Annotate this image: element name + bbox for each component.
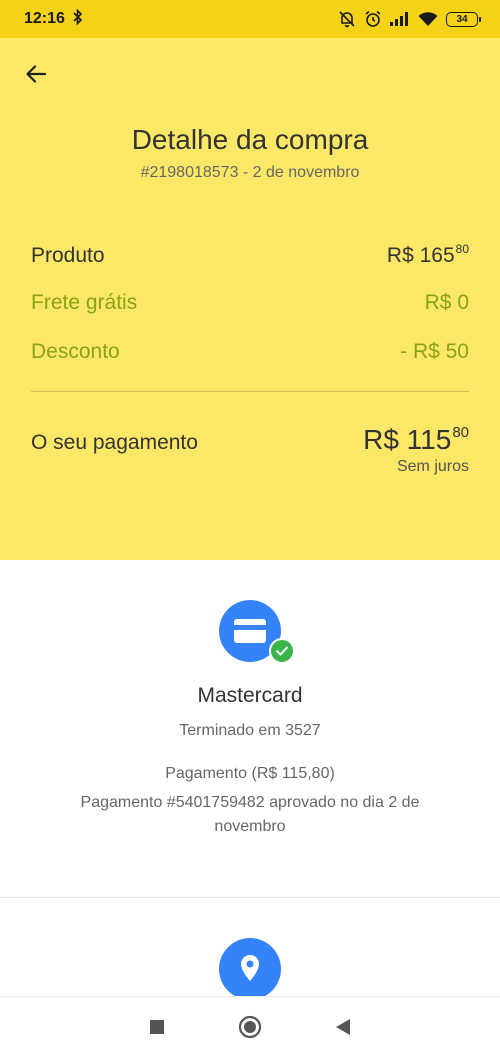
battery-icon: 34 (446, 11, 481, 27)
notifications-off-icon (338, 10, 356, 28)
payment-section: Mastercard Terminado em 3527 Pagamento (… (0, 560, 500, 898)
wifi-icon (418, 11, 438, 27)
shipping-label: Frete grátis (31, 291, 138, 314)
back-triangle-icon (336, 1018, 351, 1035)
payment-detail: Pagamento #5401759482 aprovado no dia 2 … (80, 794, 420, 835)
system-nav-bar (0, 996, 500, 1056)
status-left: 12:16 (24, 8, 83, 30)
payment-amount: Pagamento (R$ 115,80) (165, 765, 335, 782)
discount-label: Desconto (31, 340, 120, 363)
location-pin-icon (219, 938, 281, 1000)
recents-square-icon (149, 1019, 164, 1034)
total-amount-value: R$ 115 (363, 424, 452, 455)
system-back-button[interactable] (328, 1012, 358, 1042)
product-amount-value: R$ 165 (386, 244, 455, 267)
shipping-row: Frete grátis R$ 0 (31, 291, 469, 315)
status-right: 34 (338, 10, 481, 28)
summary-divider (31, 391, 469, 392)
battery-level: 34 (456, 13, 468, 25)
interest-note: Sem juros (396, 458, 469, 475)
section-divider (0, 897, 500, 898)
card-brand: Mastercard (197, 684, 303, 707)
total-amount-cents: 80 (452, 424, 469, 441)
shipping-amount: R$ 0 (424, 291, 469, 314)
alarm-icon (364, 10, 382, 28)
arrow-left-icon (26, 65, 47, 83)
card-icon-wrap (219, 600, 295, 664)
product-row: Produto R$ 16580 (31, 242, 469, 268)
bluetooth-icon (73, 8, 83, 30)
page-title: Detalhe da compra (131, 124, 369, 155)
check-icon (269, 638, 295, 664)
total-label: O seu pagamento (31, 431, 198, 454)
product-amount: R$ 16580 (387, 242, 469, 268)
signal-icon (390, 12, 410, 26)
back-button[interactable] (22, 60, 50, 88)
order-subtitle: #2198018573 - 2 de novembro (140, 164, 360, 181)
total-amount: R$ 11580 (363, 424, 469, 456)
product-label: Produto (31, 244, 105, 267)
discount-amount: - R$ 50 (400, 340, 469, 363)
total-row: O seu pagamento R$ 11580 (31, 424, 469, 456)
status-time: 12:16 (24, 10, 65, 27)
purchase-summary: Detalhe da compra #2198018573 - 2 de nov… (0, 38, 500, 560)
card-ending: Terminado em 3527 (179, 722, 321, 739)
product-amount-cents: 80 (455, 242, 469, 256)
status-bar: 12:16 34 (0, 0, 500, 38)
home-button[interactable] (235, 1012, 265, 1042)
recents-button[interactable] (142, 1012, 172, 1042)
discount-row: Desconto - R$ 50 (31, 340, 469, 364)
home-circle-icon (238, 1015, 262, 1038)
